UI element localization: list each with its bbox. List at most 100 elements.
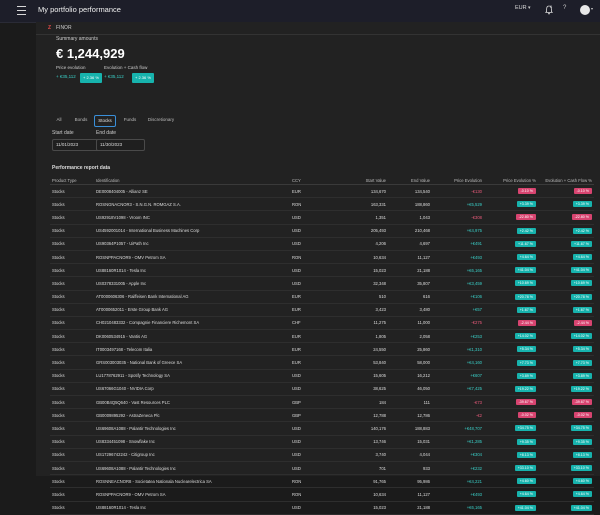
table-row[interactable]: Stocks US0378331005 - Apple Inc USD 32,348 3… <box>50 276 594 291</box>
cell-identification: US0378331005 - Apple Inc <box>94 276 290 291</box>
start-date-input[interactable]: 11/01/2023 <box>52 139 101 151</box>
cell-start-value: 510 <box>332 290 388 304</box>
tab-finor[interactable]: FINOR <box>56 25 72 31</box>
cell-ccy: USD <box>290 461 332 476</box>
cell-identification: GB00B4Q5Q640 - Vast Resources PLC <box>94 395 290 410</box>
cell-evolution-cashflow-pct: +4.64 % <box>538 487 594 502</box>
cell-start-value: 3,423 <box>332 303 388 317</box>
table-row[interactable]: Stocks IT0003497168 - Telecom Italia EUR 24… <box>50 342 594 357</box>
cell-end-value: 3,480 <box>388 303 432 317</box>
help-icon[interactable]: ? <box>563 5 566 11</box>
percent-badge: -2.44 % <box>573 319 592 326</box>
table-row[interactable]: Stocks US88160R1014 - Tesla Inc USD 15,023 2… <box>50 263 594 278</box>
table-row[interactable]: Stocks US92918V1098 - Vroom INC USD 1,351 1,… <box>50 210 594 225</box>
cell-price-evolution-pct: +14.02 % <box>484 329 538 344</box>
table-row[interactable]: Stocks ROSNGNACNOR3 - S.N.G.N. ROMGAZ S.A… <box>50 197 594 212</box>
menu-icon[interactable] <box>17 6 26 15</box>
cell-price-evolution: +€4,975 <box>432 224 484 238</box>
cell-product-type: Stocks <box>50 421 94 436</box>
cashflow-value: + €35,112 <box>104 74 124 79</box>
cell-ccy: EUR <box>290 329 332 344</box>
table-row[interactable]: Stocks US90364P1057 - UiPath Inc USD 4,206 4… <box>50 237 594 251</box>
cell-ccy: USD <box>290 501 332 515</box>
percent-badge: +10.69 % <box>514 280 536 287</box>
cell-identification: US88160R1014 - Tesla Inc <box>94 263 290 278</box>
col-end-value[interactable]: End Value <box>388 176 432 185</box>
cell-identification: ROSNGNACNOR3 - S.N.G.N. ROMGAZ S.A. <box>94 197 290 212</box>
col-evolution-cashflow-pct[interactable]: Evolution + Cash Flow % <box>538 176 594 185</box>
cell-price-evolution-pct: -2.44 % <box>484 316 538 331</box>
cell-price-evolution-pct: +33.10 % <box>484 461 538 476</box>
table-row[interactable]: Stocks GB0009895292 - AstraZeneca Plc GBP 1… <box>50 408 594 423</box>
table-row[interactable]: Stocks AT0000606306 - Raiffeisen Bank Int… <box>50 290 594 304</box>
percent-badge: +10.69 % <box>570 280 592 287</box>
col-identification[interactable]: Identification <box>94 176 290 185</box>
cell-evolution-cashflow-pct: +4.64 % <box>538 250 594 265</box>
filter-all[interactable]: All <box>52 115 66 125</box>
cell-start-value: 1,351 <box>332 210 388 225</box>
cell-price-evolution: +€106 <box>432 290 484 304</box>
table-row[interactable]: Stocks ROSNNEACNOR8 - Societatea National… <box>50 474 594 489</box>
percent-badge: +34.75 % <box>514 425 536 432</box>
cell-end-value: 11,127 <box>388 487 432 502</box>
cell-price-evolution: +€4,221 <box>432 474 484 489</box>
table-row[interactable]: Stocks US17296742242 - Citigroup Inc USD 3,… <box>50 448 594 462</box>
col-ccy[interactable]: CCY <box>290 176 332 185</box>
table-row[interactable]: Stocks GB00B4Q5Q640 - Vast Resources PLC G… <box>50 395 594 410</box>
cell-start-value: 140,176 <box>332 421 388 436</box>
cell-evolution-cashflow-pct: -22.80 % <box>538 210 594 225</box>
percent-badge: +7.73 % <box>516 359 536 366</box>
percent-badge: +3.39 % <box>516 201 536 208</box>
cell-identification: US67066G1040 - NVIDIA Corp <box>94 382 290 397</box>
cell-ccy: USD <box>290 210 332 225</box>
end-date-input[interactable]: 11/30/2023 <box>96 139 145 151</box>
cell-start-value: 10,634 <box>332 250 388 265</box>
cell-price-evolution: +€6,165 <box>432 263 484 278</box>
table-row[interactable]: Stocks CH0210483332 - Compagnie Financier… <box>50 316 594 331</box>
cell-price-evolution: +€493 <box>432 250 484 265</box>
cell-price-evolution-pct: +20.78 % <box>484 290 538 304</box>
currency-select[interactable]: EUR <box>515 5 527 11</box>
percent-badge: -0.10 % <box>517 188 536 195</box>
percent-badge: +41.04 % <box>514 504 536 511</box>
percent-badge: +1.67 % <box>572 306 592 313</box>
table-row[interactable]: Stocks ROSNPPACNOR9 - OMV Petrom SA RON 10,… <box>50 487 594 502</box>
table-row[interactable]: Stocks US69608A1088 - Palantir Technologi… <box>50 421 594 436</box>
table-row[interactable]: Stocks US67066G1040 - NVIDIA Corp USD 38,62… <box>50 382 594 397</box>
filter-discretionary[interactable]: Discretionary <box>144 115 178 125</box>
table-row[interactable]: Stocks AT0000652011 - Erste Group Bank AG… <box>50 303 594 317</box>
cell-start-value: 4,206 <box>332 237 388 251</box>
cell-ccy: USD <box>290 448 332 462</box>
cell-price-evolution: +€4,160 <box>432 355 484 370</box>
col-price-evolution[interactable]: Price Evolution <box>432 176 484 185</box>
table-row[interactable]: Stocks ROSNPPACNOR9 - OMV Petrom SA RON 10,… <box>50 250 594 265</box>
table-row[interactable]: Stocks US69608A1088 - Palantir Technologi… <box>50 461 594 476</box>
cell-product-type: Stocks <box>50 303 94 317</box>
col-price-evolution-pct[interactable]: Price Evolution % <box>484 176 538 185</box>
table-row[interactable]: Stocks GRS003003035 - National Bank of Gr… <box>50 355 594 370</box>
cell-price-evolution-pct: +7.73 % <box>484 355 538 370</box>
chevron-down-icon[interactable]: ▾ <box>591 6 593 11</box>
col-product-type[interactable]: Product Type <box>50 176 94 185</box>
cell-end-value: 11,127 <box>388 250 432 265</box>
filter-stocks[interactable]: Stocks <box>94 115 116 127</box>
table-row[interactable]: Stocks DK0060534915 - Vantis AG EUR 1,805 2,… <box>50 329 594 344</box>
cell-product-type: Stocks <box>50 290 94 304</box>
percent-badge: -0.02 % <box>573 412 592 419</box>
table-row[interactable]: Stocks LU1778762911 - Spotify Technology … <box>50 369 594 383</box>
table-row[interactable]: Stocks DE0008404005 - Allianz SE EUR 134,67… <box>50 184 594 199</box>
cell-price-evolution-pct: -0.02 % <box>484 408 538 423</box>
table-row[interactable]: Stocks US88160R1014 - Tesla Inc USD 15,023 2… <box>50 501 594 515</box>
cell-identification: US4592001014 - International Business Ma… <box>94 224 290 238</box>
table-row[interactable]: Stocks US4592001014 - International Busin… <box>50 224 594 238</box>
chevron-down-icon[interactable]: ▾ <box>528 5 531 11</box>
cell-product-type: Stocks <box>50 184 94 199</box>
cell-ccy: RON <box>290 250 332 265</box>
avatar[interactable] <box>580 5 590 15</box>
filter-bonds[interactable]: Bonds <box>70 115 92 125</box>
filter-funds[interactable]: Funds <box>120 115 140 125</box>
table-row[interactable]: Stocks US8334451098 - Snowflake Inc USD 13,… <box>50 435 594 449</box>
col-start-value[interactable]: Start Value <box>332 176 388 185</box>
cell-ccy: EUR <box>290 303 332 317</box>
cell-price-evolution: -€73 <box>432 395 484 410</box>
